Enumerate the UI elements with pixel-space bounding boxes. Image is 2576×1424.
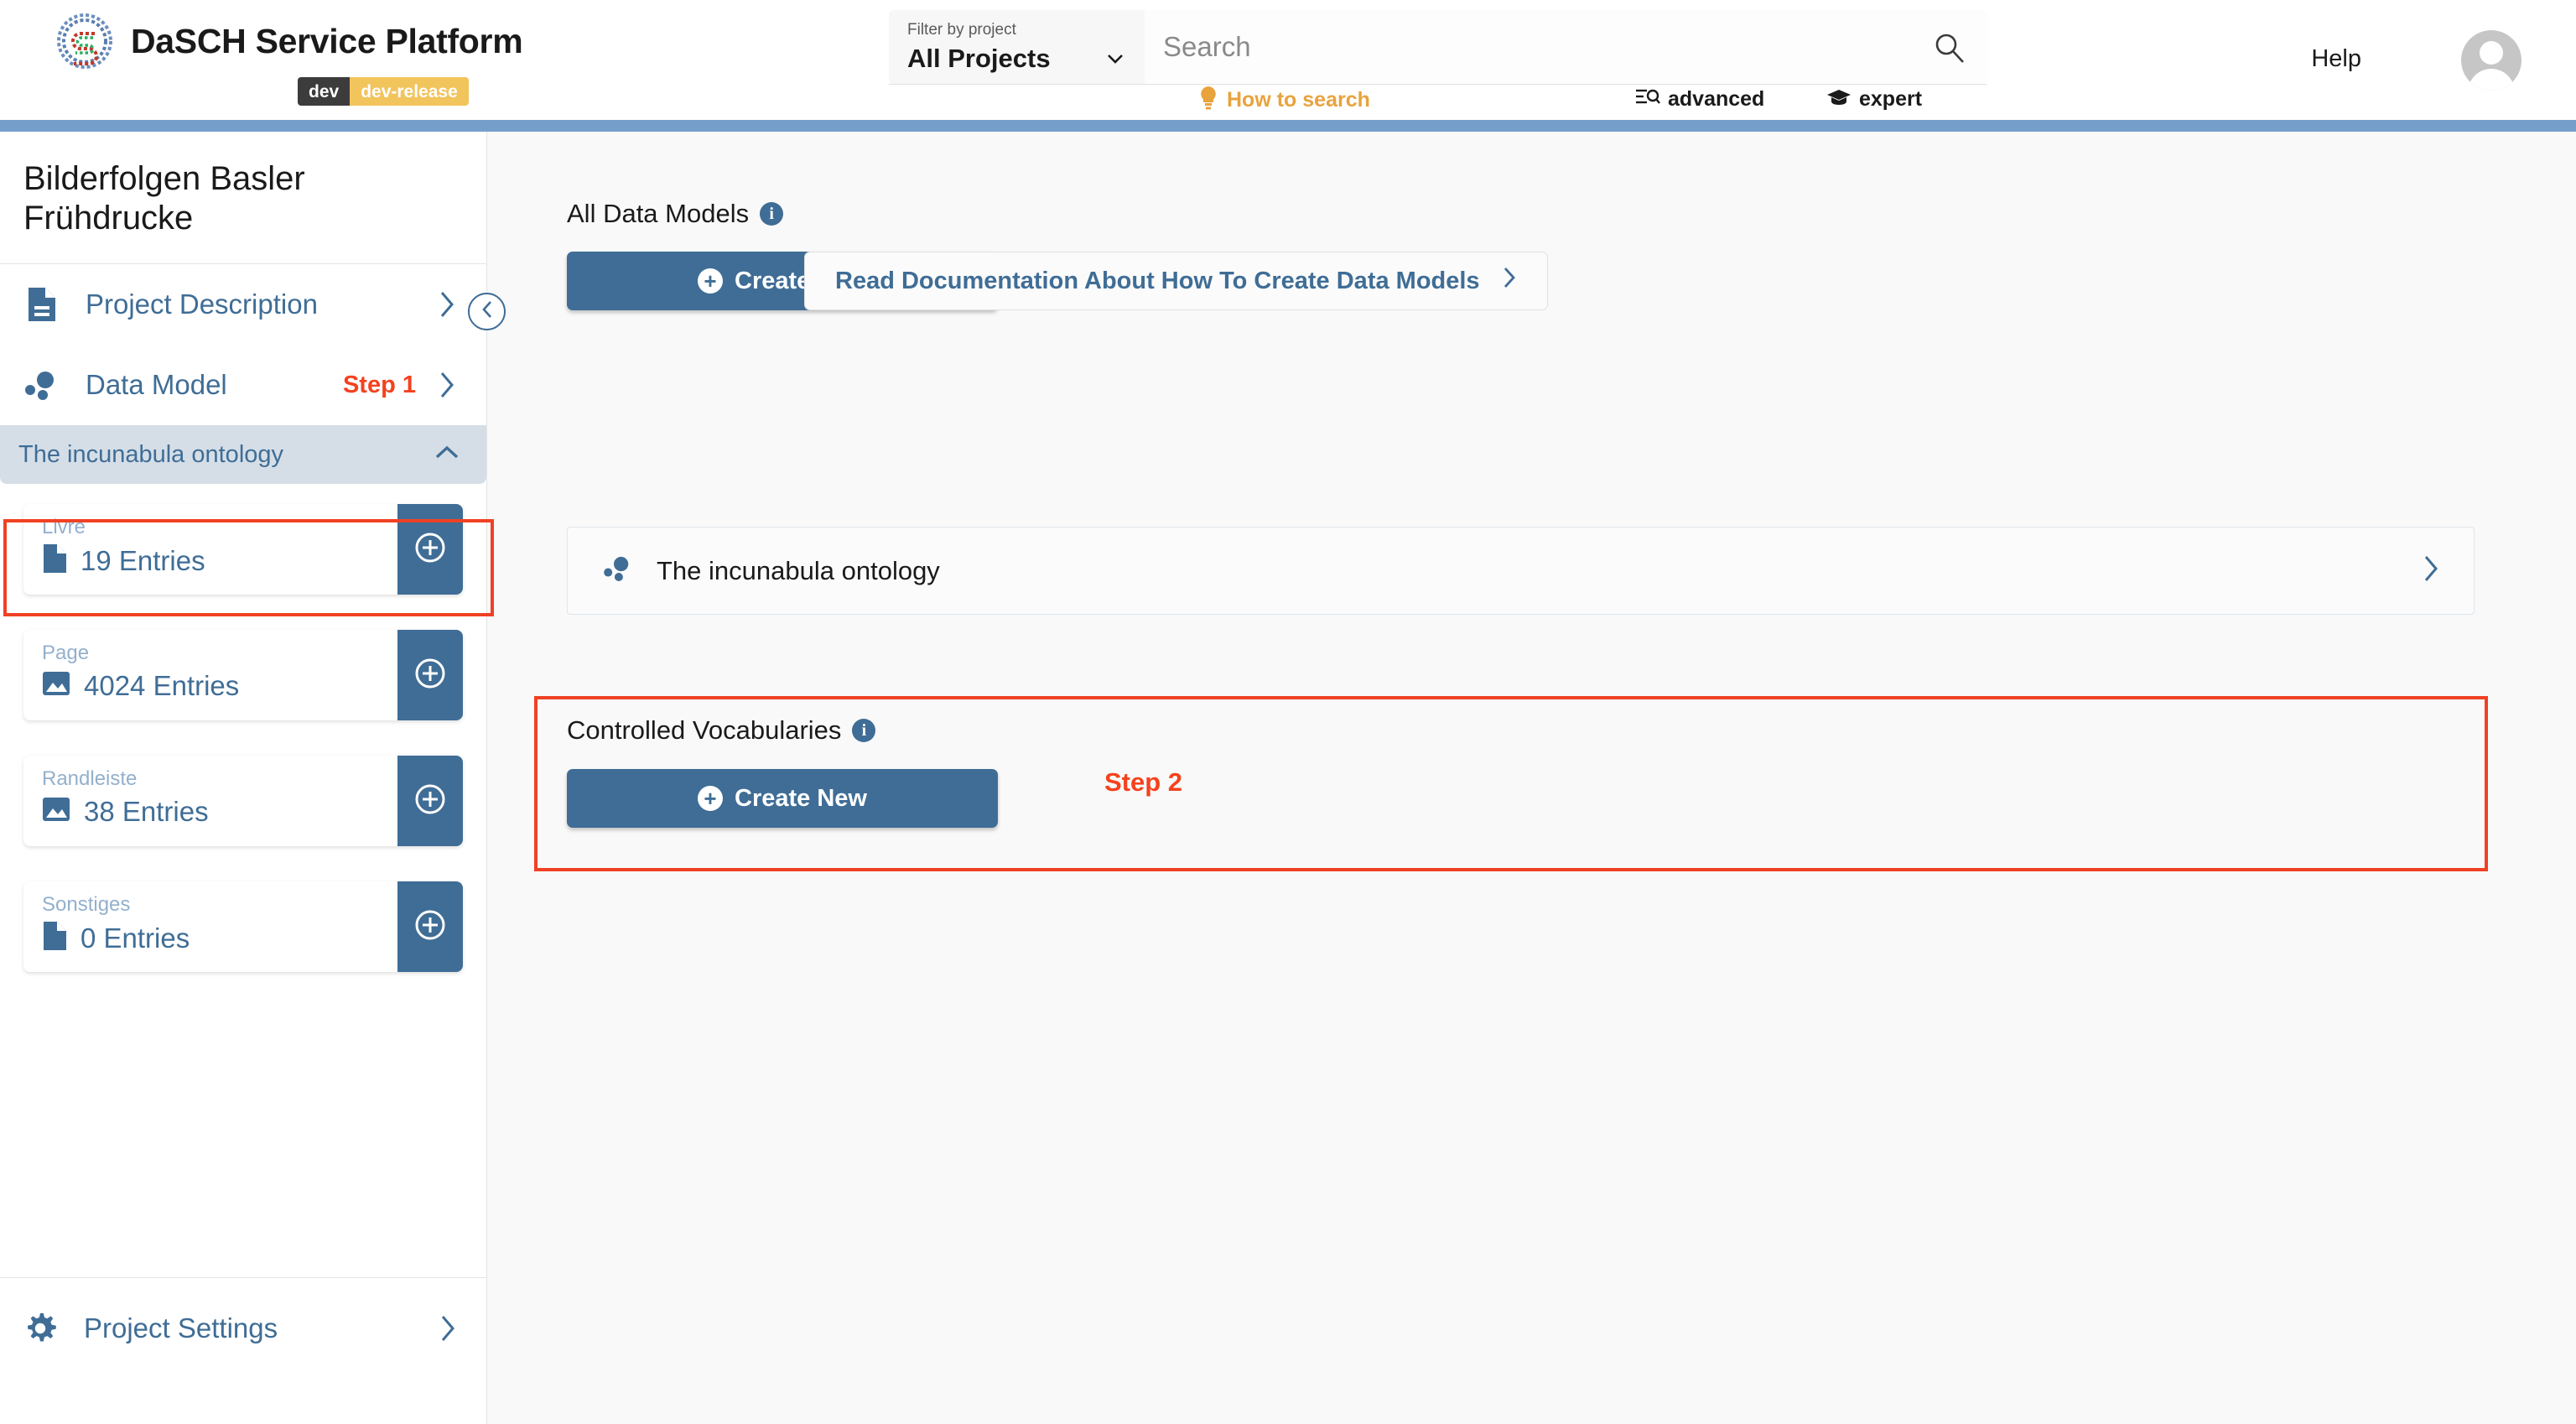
chevron-down-icon (1106, 49, 1124, 68)
add-entry-button[interactable] (397, 630, 463, 721)
chevron-right-icon (438, 371, 456, 399)
page-body: Bilderfolgen Basler Frühdrucke Project D… (0, 132, 2576, 1424)
expert-search-label: expert (1859, 87, 1923, 111)
chevron-right-icon (1502, 266, 1517, 296)
gear-icon (22, 1309, 59, 1348)
plus-circle-icon (413, 530, 448, 569)
advanced-search-icon (1635, 87, 1660, 112)
advanced-search-label: advanced (1668, 87, 1765, 111)
document-icon (42, 921, 67, 955)
data-model-dots-icon (23, 366, 60, 403)
data-model-row[interactable]: The incunabula ontology (567, 527, 2475, 615)
list-item[interactable]: Livre 19 Entries (23, 504, 463, 595)
brand-title: DaSCH Service Platform (131, 21, 523, 60)
all-data-models-heading: All Data Models i (567, 199, 784, 229)
entry-count: 19 Entries (80, 544, 205, 576)
page-title: Bilderfolgen Basler Frühdrucke (23, 160, 305, 237)
sidebar-item-project-description[interactable]: Project Description (0, 264, 486, 345)
search-field-wrapper (1145, 10, 1987, 84)
step-1-annotation: Step 1 (342, 371, 416, 398)
header-accent-bar (0, 120, 2576, 132)
list-item[interactable]: Page 4024 Entries (23, 630, 463, 721)
create-new-label: Create New (735, 784, 867, 812)
avatar[interactable] (2461, 30, 2521, 91)
list-item[interactable]: Randleiste 38 Entries (23, 756, 463, 847)
sidebar-ontology-header[interactable]: The incunabula ontology (0, 425, 486, 485)
add-entry-button[interactable] (397, 881, 463, 973)
info-icon[interactable]: i (852, 719, 876, 742)
expert-search-link[interactable]: expert (1826, 87, 1922, 112)
lightbulb-icon (1197, 86, 1219, 115)
graduation-cap-icon (1826, 87, 1852, 112)
document-icon (23, 286, 60, 323)
app-header: DaSCH Service Platform dev dev-release F… (0, 0, 2576, 120)
dasch-spiral-logo-icon (55, 12, 114, 70)
all-data-models-label: All Data Models (567, 199, 750, 228)
version-badges: dev dev-release (298, 77, 469, 106)
plus-circle-icon: + (698, 786, 724, 811)
plus-circle-icon (413, 656, 448, 695)
entry-label: Page (42, 642, 90, 665)
read-documentation-button[interactable]: Read Documentation About How To Create D… (804, 252, 1548, 310)
sidebar-item-label: Project Description (86, 288, 318, 320)
sidebar-entries-list: Livre 19 Entries Page 4024 Entries Randl… (0, 484, 486, 973)
create-new-vocabulary-button[interactable]: + Create New (567, 769, 998, 828)
sidebar-item-label: Project Settings (84, 1312, 278, 1343)
advanced-search-link[interactable]: advanced (1635, 87, 1764, 112)
help-link[interactable]: Help (2311, 45, 2361, 73)
entry-label: Randleiste (42, 767, 138, 791)
search-bar: Filter by project All Projects (889, 10, 1987, 84)
sidebar-ontology-label: The incunabula ontology (18, 440, 284, 468)
step-2-annotation: Step 2 (1104, 767, 1183, 797)
add-entry-button[interactable] (397, 504, 463, 595)
entry-count: 4024 Entries (84, 669, 240, 701)
chevron-left-icon (480, 300, 495, 323)
info-icon[interactable]: i (760, 202, 784, 226)
project-filter-value: All Projects (907, 43, 1051, 73)
project-filter-select[interactable]: Filter by project All Projects (889, 10, 1145, 84)
project-filter-label: Filter by project (907, 21, 1016, 39)
image-icon (42, 669, 70, 702)
search-input[interactable] (1145, 31, 1883, 63)
entry-count: 0 Entries (80, 922, 190, 954)
entry-label: Livre (42, 516, 86, 539)
entry-label: Sonstiges (42, 893, 131, 917)
chevron-right-icon (438, 290, 456, 319)
badge-env: dev (298, 77, 351, 106)
search-helper-links: How to search advanced expert (889, 82, 1987, 121)
badge-release: dev-release (350, 77, 469, 106)
document-icon (42, 543, 67, 578)
chevron-right-icon (2422, 554, 2440, 587)
plus-circle-icon (413, 782, 448, 821)
how-to-search-link[interactable]: How to search (1197, 86, 1370, 115)
sidebar-item-data-model[interactable]: Data Model Step 1 (0, 345, 486, 425)
user-avatar-icon (2480, 41, 2503, 65)
data-model-dots-icon (601, 552, 635, 590)
list-item[interactable]: Sonstiges 0 Entries (23, 881, 463, 973)
image-icon (42, 795, 70, 828)
sidebar: Bilderfolgen Basler Frühdrucke Project D… (0, 132, 494, 1424)
sidebar-item-label: Data Model (86, 369, 227, 401)
brand: DaSCH Service Platform (55, 12, 523, 70)
plus-circle-icon (413, 907, 448, 947)
add-entry-button[interactable] (397, 756, 463, 847)
chevron-up-icon (434, 444, 460, 465)
plus-circle-icon: + (698, 268, 724, 294)
sidebar-collapse-button[interactable] (468, 293, 506, 330)
sidebar-item-project-settings[interactable]: Project Settings (0, 1278, 487, 1379)
read-documentation-label: Read Documentation About How To Create D… (835, 267, 1480, 294)
controlled-vocabularies-label: Controlled Vocabularies (567, 715, 842, 745)
entry-count: 38 Entries (84, 795, 209, 827)
search-icon[interactable] (1932, 30, 1967, 65)
controlled-vocabularies-heading: Controlled Vocabularies i (567, 715, 876, 746)
chevron-right-icon (439, 1314, 457, 1343)
how-to-search-label: How to search (1227, 88, 1370, 112)
data-model-row-label: The incunabula ontology (657, 555, 940, 585)
